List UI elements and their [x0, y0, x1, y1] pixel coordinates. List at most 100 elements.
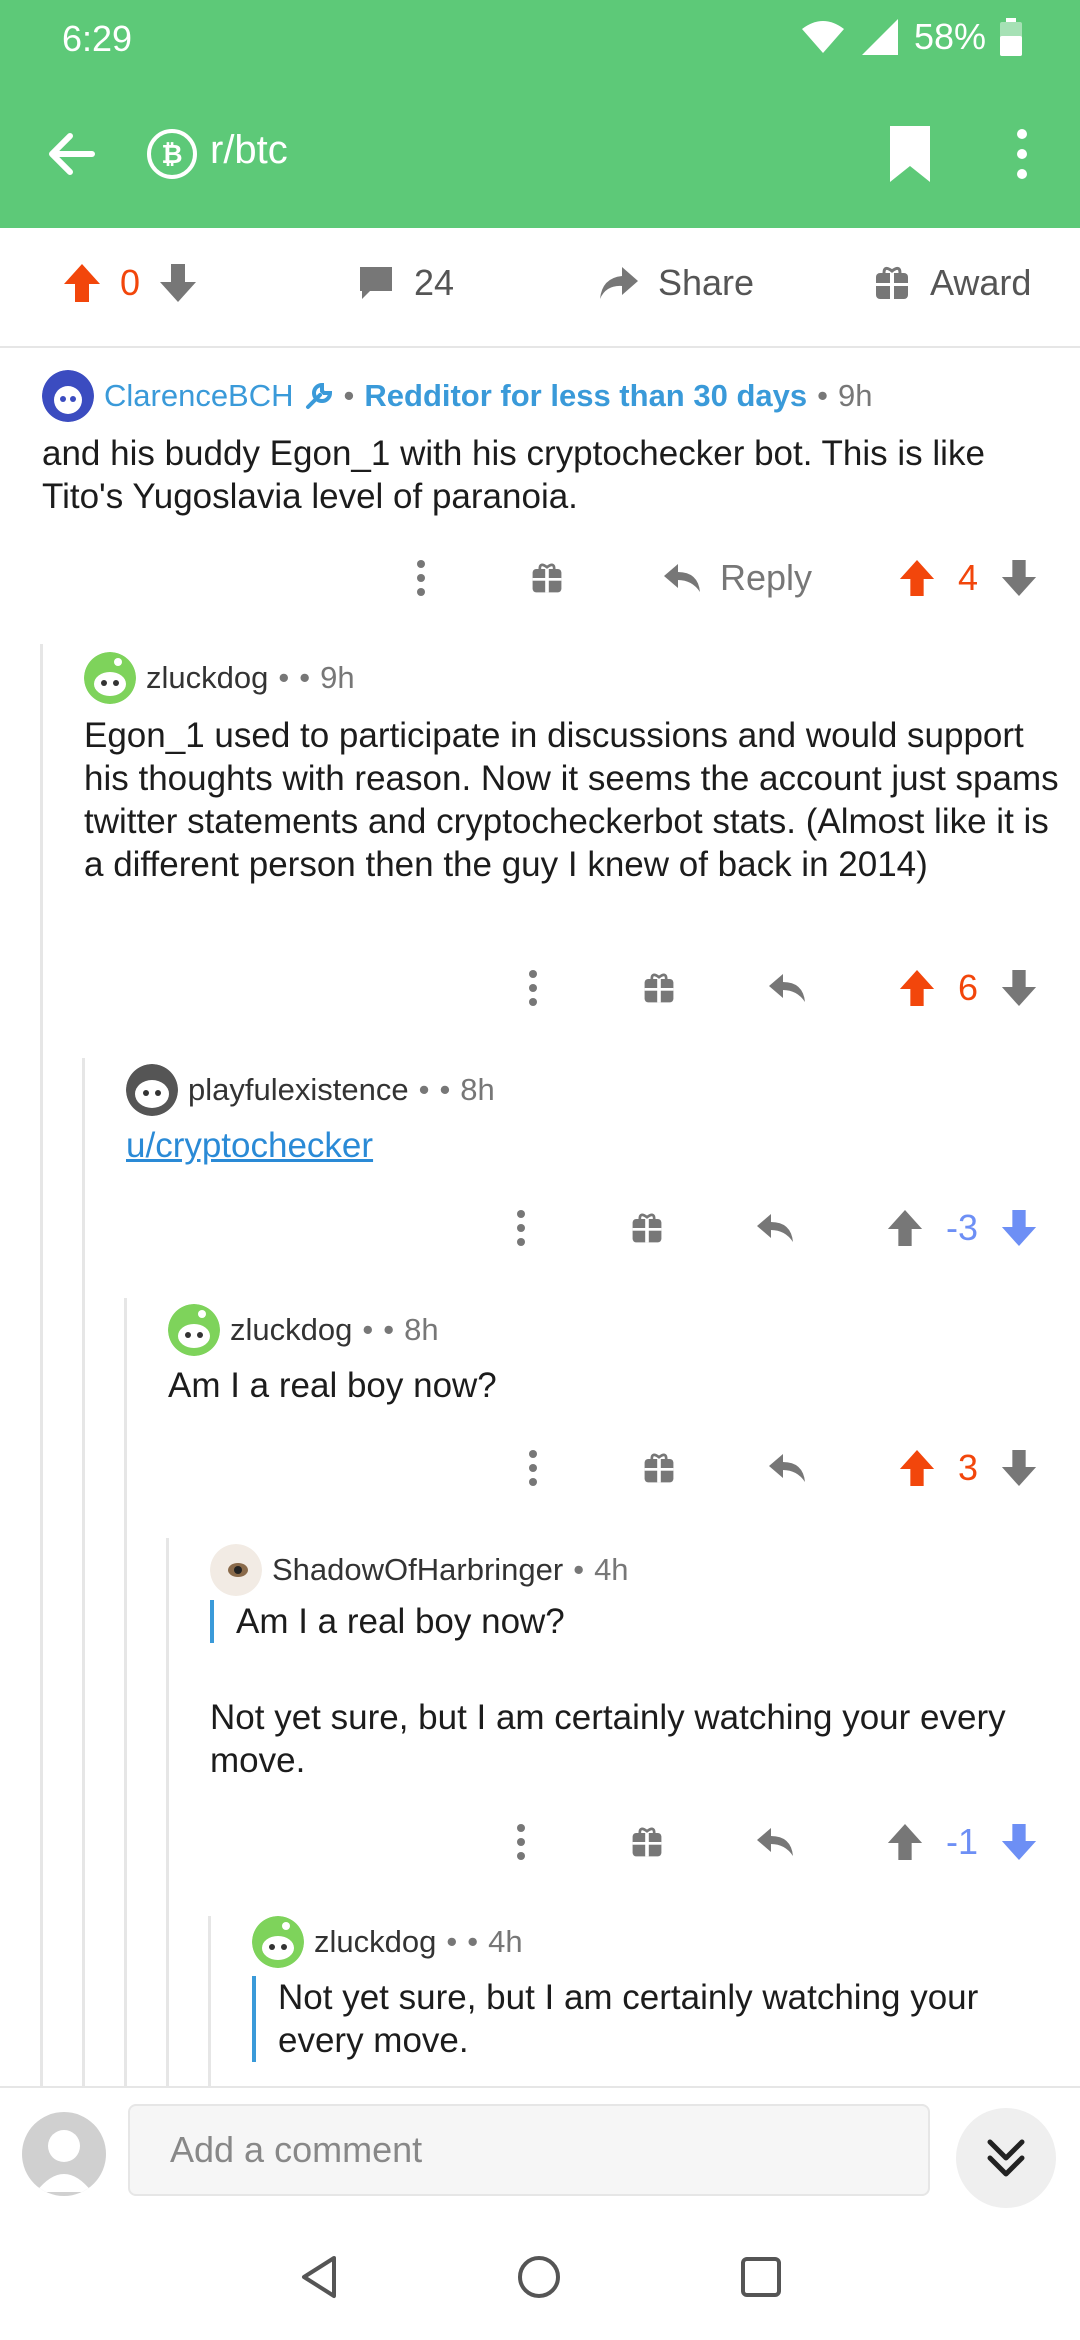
downvote-icon[interactable]	[158, 262, 198, 304]
gift-icon	[876, 266, 908, 299]
comment-author[interactable]: zluckdog	[314, 1924, 436, 1960]
more-options-button[interactable]	[396, 548, 446, 608]
avatar[interactable]	[168, 1304, 220, 1356]
comment-meta: zluckdog • • 8h	[168, 1304, 439, 1356]
bookmark-icon[interactable]	[884, 122, 936, 186]
award-button[interactable]	[634, 958, 684, 1018]
reply-button[interactable]	[762, 958, 812, 1018]
jump-next-button[interactable]	[956, 2108, 1056, 2208]
avatar[interactable]	[42, 370, 94, 422]
nav-home-icon[interactable]	[516, 2254, 562, 2300]
reply-icon	[757, 1214, 793, 1242]
comment-author[interactable]: playfulexistence	[188, 1072, 409, 1108]
award-button[interactable]	[622, 1812, 672, 1872]
more-options-button[interactable]	[496, 1812, 546, 1872]
bitcoin-icon: ₿	[147, 129, 197, 179]
gift-icon	[532, 563, 562, 593]
nav-back-icon[interactable]	[296, 2254, 342, 2300]
subreddit-title[interactable]: r/btc	[210, 128, 288, 173]
user-avatar[interactable]	[22, 2112, 106, 2196]
wifi-icon	[801, 21, 844, 53]
more-options-button[interactable]	[496, 1198, 546, 1258]
upvote-icon[interactable]	[898, 558, 936, 598]
comment-author[interactable]: ShadowOfHarbringer	[272, 1552, 563, 1588]
comment-body: and his buddy Egon_1 with his cryptochec…	[42, 434, 985, 516]
downvote-icon[interactable]	[1000, 558, 1038, 598]
reply-button[interactable]	[750, 1812, 800, 1872]
comment-age: 9h	[320, 660, 355, 695]
comment-author[interactable]: zluckdog	[146, 660, 268, 696]
more-options-button[interactable]	[508, 1438, 558, 1498]
comment-count: 24	[414, 262, 455, 303]
nav-recents-icon[interactable]	[738, 2254, 784, 2300]
share-icon	[600, 267, 638, 299]
avatar[interactable]	[210, 1544, 262, 1596]
add-comment-input[interactable]: Add a comment	[128, 2104, 930, 2196]
downvote-icon[interactable]	[1000, 1208, 1038, 1248]
double-chevron-down-icon	[987, 2139, 1025, 2177]
share-label: Share	[658, 262, 755, 303]
award-button[interactable]	[622, 1198, 672, 1258]
comment-actions: 3	[0, 1438, 1080, 1498]
reply-button[interactable]	[750, 1198, 800, 1258]
post-vote-group: 0	[62, 262, 198, 304]
reply-button[interactable]	[762, 1438, 812, 1498]
separator-dot: •	[383, 1312, 395, 1347]
separator-dot: •	[418, 1072, 430, 1107]
upvote-icon[interactable]	[886, 1822, 924, 1862]
more-options-button[interactable]	[508, 958, 558, 1018]
system-nav-bar	[0, 2216, 1080, 2340]
downvote-icon[interactable]	[1000, 968, 1038, 1008]
thread-line-depth-3[interactable]	[124, 1298, 127, 2086]
comment-body: u/cryptochecker	[126, 1124, 373, 1167]
post-action-bar: 0 24 Share Award	[0, 228, 1080, 348]
reply-button[interactable]: Reply	[652, 548, 822, 608]
separator-dot: •	[278, 660, 290, 695]
gift-icon	[644, 973, 674, 1003]
downvote-icon[interactable]	[1000, 1822, 1038, 1862]
post-score: 0	[120, 262, 141, 303]
separator-dot: •	[299, 660, 311, 695]
more-options-icon	[529, 1450, 537, 1486]
battery-percent: 58%	[913, 16, 986, 57]
back-arrow-icon[interactable]	[46, 128, 98, 180]
comments-button[interactable]: 24	[356, 262, 454, 304]
downvote-icon[interactable]	[1000, 1448, 1038, 1488]
gift-icon	[632, 1827, 662, 1857]
comment-composer: Add a comment	[0, 2086, 1080, 2218]
user-link[interactable]: u/cryptochecker	[126, 1126, 373, 1165]
comment-body: Not yet sure, but I am certainly watchin…	[210, 1698, 1006, 1780]
comment-actions: Reply 4	[0, 548, 1080, 608]
battery-icon	[1000, 18, 1022, 56]
app-bar: ₿ r/btc	[0, 78, 1080, 228]
more-options-icon	[529, 970, 537, 1006]
award-button[interactable]: Award	[872, 262, 1031, 304]
comment-author[interactable]: zluckdog	[230, 1312, 352, 1348]
upvote-icon[interactable]	[898, 968, 936, 1008]
avatar[interactable]	[252, 1916, 304, 1968]
upvote-icon[interactable]	[898, 1448, 936, 1488]
upvote-icon[interactable]	[886, 1208, 924, 1248]
vote-group: -3	[876, 1198, 1048, 1258]
comment-score: 3	[957, 1447, 979, 1488]
avatar[interactable]	[126, 1064, 178, 1116]
comment-author[interactable]: ClarenceBCH	[104, 378, 294, 414]
vote-group: 3	[888, 1438, 1048, 1498]
award-button[interactable]	[522, 548, 572, 608]
separator-dot: •	[362, 1312, 374, 1347]
vote-group: 6	[888, 958, 1048, 1018]
separator-dot: •	[446, 1924, 458, 1959]
award-button[interactable]	[634, 1438, 684, 1498]
reply-icon	[663, 564, 700, 592]
comment-quote: Not yet sure, but I am certainly watchin…	[252, 1976, 1048, 2062]
more-options-icon[interactable]	[1004, 124, 1040, 184]
separator-dot: •	[467, 1924, 479, 1959]
comment-body: Am I a real boy now?	[168, 1366, 497, 1405]
comment-age: 8h	[460, 1072, 495, 1107]
upvote-icon[interactable]	[62, 262, 102, 304]
thread-line-depth-5[interactable]	[208, 1916, 211, 2086]
more-options-icon	[517, 1824, 525, 1860]
comment-score: 6	[957, 967, 979, 1008]
avatar[interactable]	[84, 652, 136, 704]
share-button[interactable]: Share	[596, 262, 754, 304]
